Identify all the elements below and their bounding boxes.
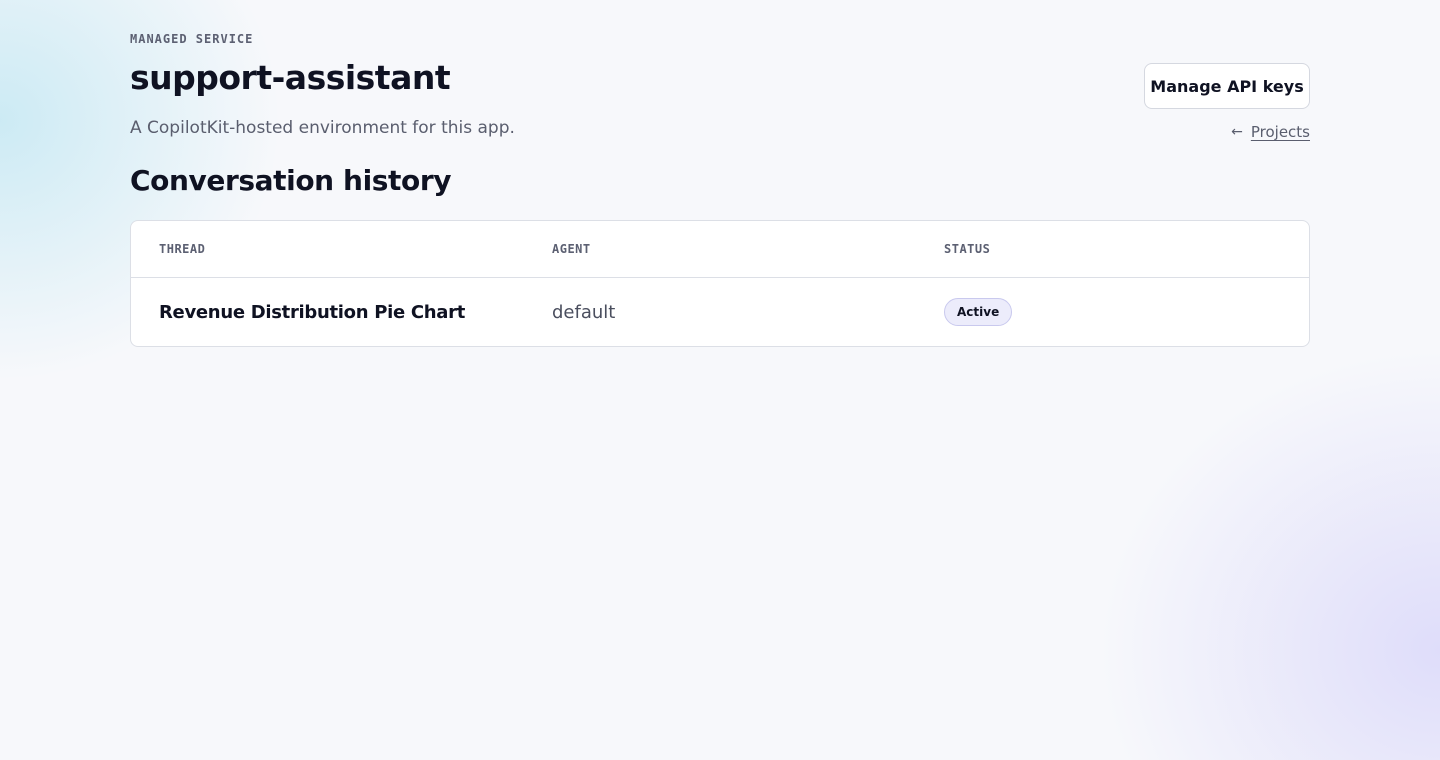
page-title: support-assistant	[130, 58, 451, 97]
conversation-table: THREAD AGENT STATUS Revenue Distribution…	[130, 220, 1310, 347]
back-link-label: Projects	[1250, 123, 1310, 141]
section-title: Conversation history	[130, 164, 452, 197]
arrow-left-icon: ←	[1231, 124, 1243, 140]
page-subtitle: A CopilotKit-hosted environment for this…	[130, 118, 515, 138]
column-header-status: STATUS	[944, 242, 991, 256]
thread-name[interactable]: Revenue Distribution Pie Chart	[159, 302, 465, 323]
status-badge: Active	[944, 298, 1013, 326]
column-header-thread: THREAD	[159, 242, 206, 256]
column-header-agent: AGENT	[552, 242, 591, 256]
manage-api-keys-button[interactable]: Manage API keys	[1144, 63, 1310, 109]
agent-name: default	[552, 302, 616, 323]
back-to-projects-link[interactable]: ← Projects	[1231, 123, 1310, 141]
table-row[interactable]: Revenue Distribution Pie Chart default A…	[131, 278, 1309, 346]
eyebrow-label: MANAGED SERVICE	[130, 32, 254, 46]
table-header: THREAD AGENT STATUS	[131, 221, 1309, 278]
page: MANAGED SERVICE support-assistant A Copi…	[130, 0, 1310, 760]
